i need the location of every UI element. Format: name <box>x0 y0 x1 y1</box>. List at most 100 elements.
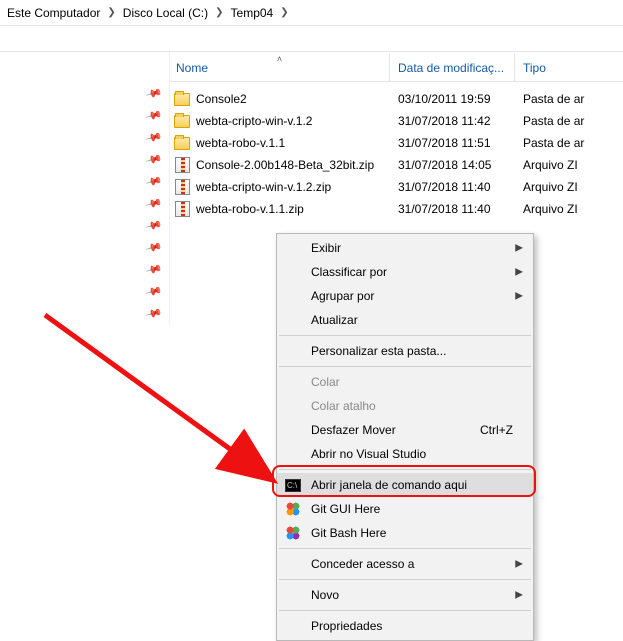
menu-label: Classificar por <box>311 265 387 279</box>
menu-item-personalizar[interactable]: Personalizar esta pasta... <box>277 339 533 363</box>
file-date: 31/07/2018 14:05 <box>390 158 515 172</box>
nav-pane: 📌 📌 📌 📌 📌 📌 📌 📌 📌 📌 📌 <box>0 52 170 324</box>
chevron-right-icon: ❯ <box>213 7 225 18</box>
pin-slot: 📌 <box>0 104 169 126</box>
folder-icon <box>174 113 190 129</box>
menu-separator <box>279 335 531 336</box>
file-type: Pasta de ar <box>515 92 623 106</box>
menu-separator <box>279 548 531 549</box>
toolbar-strip <box>0 26 623 52</box>
file-name: webta-cripto-win-v.1.2 <box>196 114 312 128</box>
pin-icon: 📌 <box>145 282 163 300</box>
menu-label: Atualizar <box>311 313 358 327</box>
context-menu[interactable]: Exibir ▶ Classificar por ▶ Agrupar por ▶… <box>276 233 534 641</box>
breadcrumb-item[interactable]: Disco Local (C:) <box>122 4 209 22</box>
pin-icon: 📌 <box>145 260 163 278</box>
file-date: 31/07/2018 11:40 <box>390 202 515 216</box>
pin-icon: 📌 <box>145 238 163 256</box>
menu-item-desfazer[interactable]: Desfazer Mover Ctrl+Z <box>277 418 533 442</box>
pin-icon: 📌 <box>145 172 163 190</box>
column-header-label: Nome <box>176 61 208 75</box>
pin-slot: 📌 <box>0 236 169 258</box>
file-name: webta-robo-v.1.1 <box>196 136 285 150</box>
menu-separator <box>279 366 531 367</box>
zip-icon <box>174 179 190 195</box>
list-item[interactable]: Console-2.00b148-Beta_32bit.zip 31/07/20… <box>170 154 623 176</box>
pin-slot: 📌 <box>0 280 169 302</box>
menu-item-classificar[interactable]: Classificar por ▶ <box>277 260 533 284</box>
menu-shortcut: Ctrl+Z <box>460 423 513 437</box>
pin-icon: 📌 <box>145 106 163 124</box>
menu-label: Git GUI Here <box>311 502 380 516</box>
menu-label: Git Bash Here <box>311 526 386 540</box>
column-header-type[interactable]: Tipo <box>515 54 623 81</box>
file-name: Console2 <box>196 92 247 106</box>
git-gui-icon <box>285 501 301 517</box>
pin-slot: 📌 <box>0 126 169 148</box>
chevron-right-icon: ▶ <box>515 290 523 301</box>
menu-label: Colar atalho <box>311 399 376 413</box>
column-header-date[interactable]: Data de modificaç... <box>390 54 515 81</box>
menu-label: Novo <box>311 588 339 602</box>
list-item[interactable]: Console2 03/10/2011 19:59 Pasta de ar <box>170 88 623 110</box>
pin-slot: 📌 <box>0 258 169 280</box>
menu-label: Exibir <box>311 241 341 255</box>
menu-label: Desfazer Mover <box>311 423 396 437</box>
file-date: 31/07/2018 11:42 <box>390 114 515 128</box>
menu-item-git-bash[interactable]: Git Bash Here <box>277 521 533 545</box>
menu-item-conceder[interactable]: Conceder acesso a ▶ <box>277 552 533 576</box>
breadcrumb-item[interactable]: Temp04 <box>230 4 275 22</box>
folder-icon <box>174 135 190 151</box>
breadcrumb[interactable]: Este Computador ❯ Disco Local (C:) ❯ Tem… <box>0 0 623 26</box>
folder-icon <box>174 91 190 107</box>
column-header-row: ˄ Nome Data de modificaç... Tipo <box>170 54 623 82</box>
menu-item-abrir-vs[interactable]: Abrir no Visual Studio <box>277 442 533 466</box>
pin-icon: 📌 <box>145 304 163 322</box>
file-rows: Console2 03/10/2011 19:59 Pasta de ar we… <box>170 82 623 220</box>
menu-item-atualizar[interactable]: Atualizar <box>277 308 533 332</box>
list-item[interactable]: webta-robo-v.1.1.zip 31/07/2018 11:40 Ar… <box>170 198 623 220</box>
list-item[interactable]: webta-cripto-win-v.1.2.zip 31/07/2018 11… <box>170 176 623 198</box>
file-name: webta-robo-v.1.1.zip <box>196 202 304 216</box>
file-type: Pasta de ar <box>515 114 623 128</box>
chevron-right-icon: ▶ <box>515 558 523 569</box>
file-date: 31/07/2018 11:51 <box>390 136 515 150</box>
zip-icon <box>174 201 190 217</box>
menu-item-agrupar[interactable]: Agrupar por ▶ <box>277 284 533 308</box>
menu-item-colar-atalho: Colar atalho <box>277 394 533 418</box>
zip-icon <box>174 157 190 173</box>
file-date: 31/07/2018 11:40 <box>390 180 515 194</box>
pin-slot: 📌 <box>0 192 169 214</box>
column-header-name[interactable]: ˄ Nome <box>170 54 390 81</box>
chevron-right-icon: ❯ <box>105 7 117 18</box>
chevron-right-icon: ▶ <box>515 266 523 277</box>
chevron-right-icon: ▶ <box>515 589 523 600</box>
menu-item-exibir[interactable]: Exibir ▶ <box>277 236 533 260</box>
menu-label: Colar <box>311 375 340 389</box>
file-name: webta-cripto-win-v.1.2.zip <box>196 180 331 194</box>
menu-label: Abrir janela de comando aqui <box>311 478 467 492</box>
pin-slot: 📌 <box>0 302 169 324</box>
pin-icon: 📌 <box>145 150 163 168</box>
pin-icon: 📌 <box>145 84 163 102</box>
list-item[interactable]: webta-cripto-win-v.1.2 31/07/2018 11:42 … <box>170 110 623 132</box>
breadcrumb-item[interactable]: Este Computador <box>6 4 101 22</box>
column-header-label: Data de modificaç... <box>398 61 504 75</box>
file-date: 03/10/2011 19:59 <box>390 92 515 106</box>
pin-slot: 📌 <box>0 170 169 192</box>
menu-item-git-gui[interactable]: Git GUI Here <box>277 497 533 521</box>
menu-label: Agrupar por <box>311 289 374 303</box>
chevron-right-icon: ▶ <box>515 242 523 253</box>
menu-item-novo[interactable]: Novo ▶ <box>277 583 533 607</box>
file-type: Arquivo ZI <box>515 180 623 194</box>
list-item[interactable]: webta-robo-v.1.1 31/07/2018 11:51 Pasta … <box>170 132 623 154</box>
annotation-arrow <box>40 310 300 500</box>
chevron-right-icon: ❯ <box>278 7 290 18</box>
sort-asc-icon: ˄ <box>277 54 282 64</box>
file-type: Pasta de ar <box>515 136 623 150</box>
menu-item-propriedades[interactable]: Propriedades <box>277 614 533 638</box>
menu-item-abrir-cmd[interactable]: C:\ Abrir janela de comando aqui <box>277 473 533 497</box>
column-header-label: Tipo <box>523 61 546 75</box>
menu-separator <box>279 610 531 611</box>
cmd-icon: C:\ <box>285 477 301 493</box>
